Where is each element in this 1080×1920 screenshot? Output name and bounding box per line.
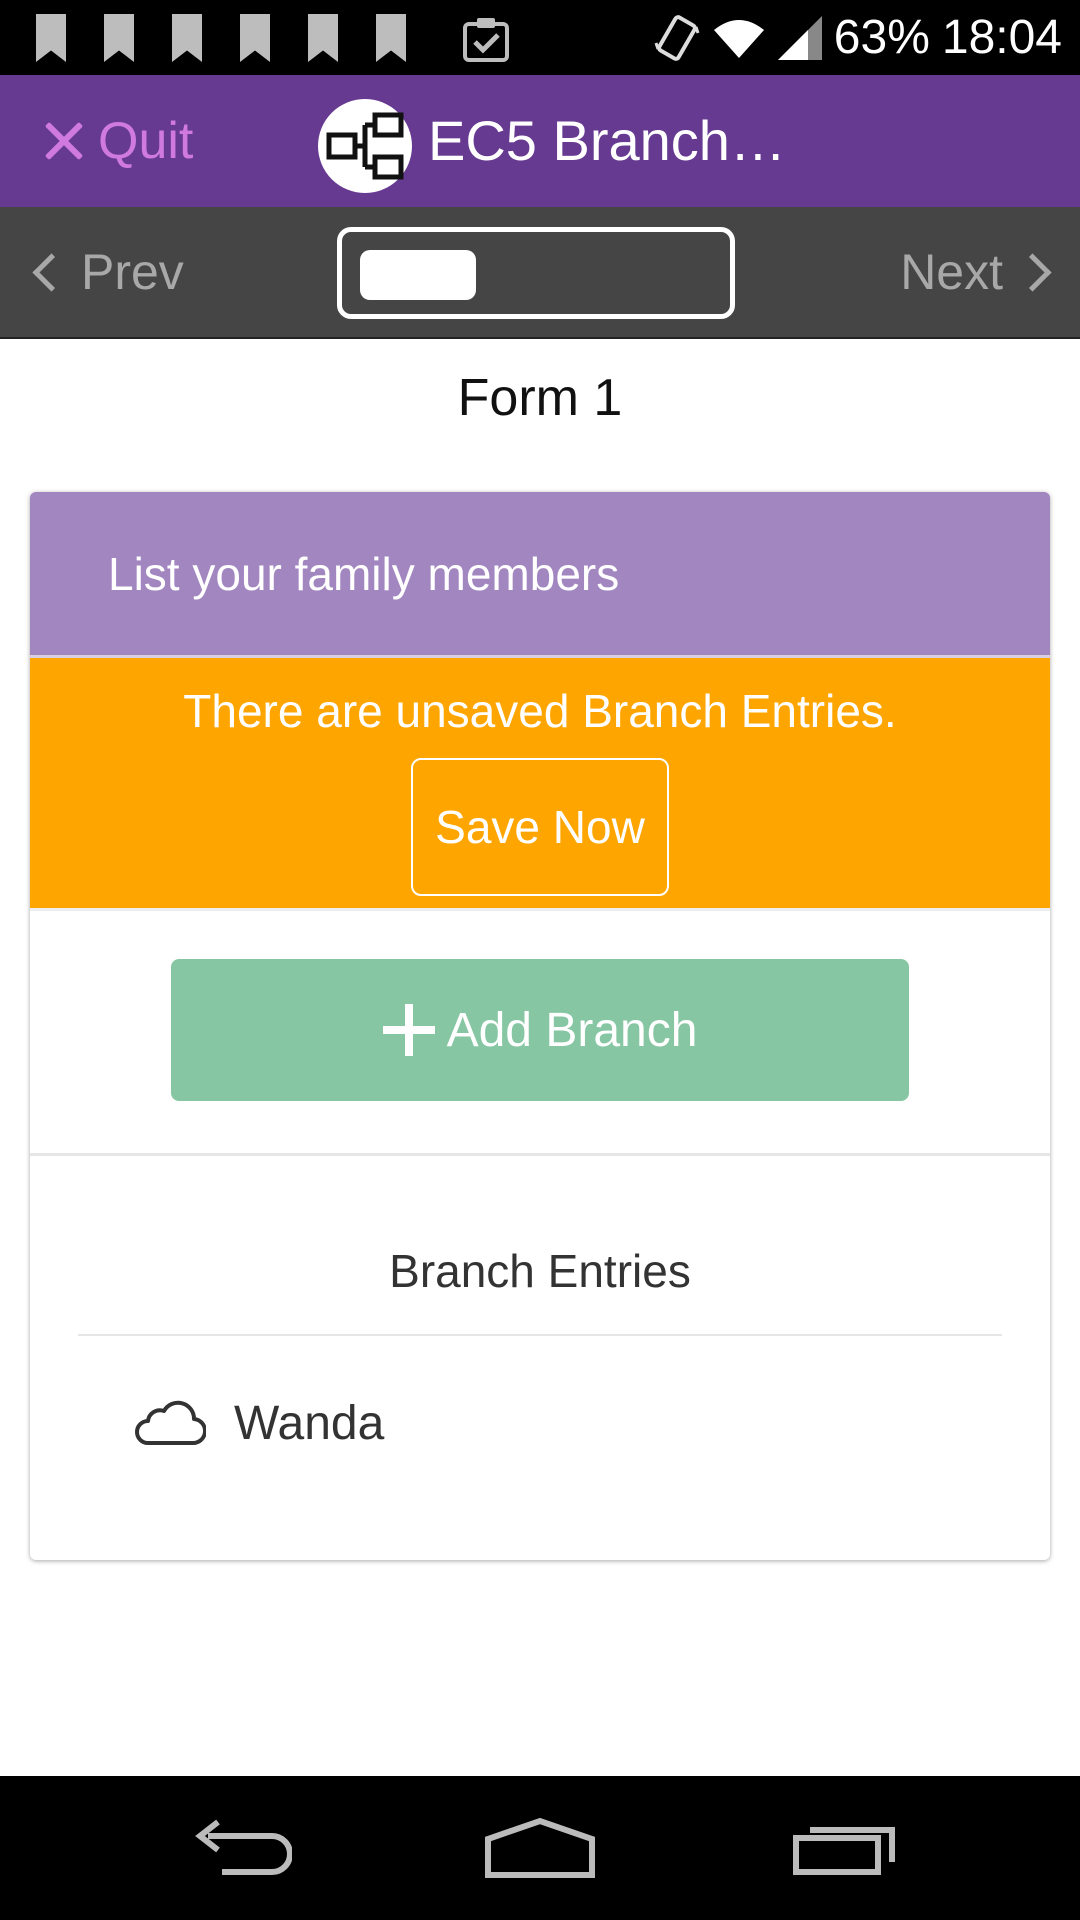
cloud-icon bbox=[135, 1400, 206, 1446]
home-button[interactable] bbox=[470, 1776, 610, 1920]
bookmark-icon bbox=[376, 14, 406, 62]
plus-icon bbox=[382, 1004, 435, 1056]
close-icon bbox=[44, 121, 84, 161]
unsaved-message: There are unsaved Branch Entries. bbox=[183, 685, 897, 737]
form-title: Form 1 bbox=[457, 369, 623, 427]
signal-icon bbox=[777, 16, 822, 60]
recent-apps-button[interactable] bbox=[775, 1776, 915, 1920]
battery-level: 63% bbox=[833, 11, 930, 64]
bookmark-icon bbox=[240, 14, 270, 62]
vibrate-icon bbox=[654, 15, 700, 61]
unsaved-warning: There are unsaved Branch Entries. Save N… bbox=[30, 658, 1050, 911]
progress-fill bbox=[360, 250, 476, 300]
back-icon bbox=[195, 1819, 292, 1875]
clipboard-check-icon bbox=[463, 18, 509, 62]
branch-entries-title: Branch Entries bbox=[389, 1245, 691, 1297]
branch-icon bbox=[326, 112, 404, 180]
branch-question-card: List your family members There are unsav… bbox=[30, 492, 1050, 1560]
bookmark-icon bbox=[308, 14, 338, 62]
prev-label: Prev bbox=[81, 244, 184, 300]
wifi-icon bbox=[713, 20, 764, 58]
branch-entry-row[interactable]: Wanda bbox=[78, 1338, 1002, 1508]
add-branch-button[interactable]: Add Branch bbox=[171, 959, 909, 1101]
bookmark-icon bbox=[172, 14, 202, 62]
notification-icons bbox=[36, 14, 406, 62]
save-now-button[interactable]: Save Now bbox=[411, 758, 669, 896]
progress-bar bbox=[337, 227, 735, 319]
quit-label: Quit bbox=[98, 112, 194, 170]
app-bar: Quit EC5 Branch… bbox=[0, 75, 1080, 207]
app-title: EC5 Branch… bbox=[428, 109, 786, 172]
recent-apps-icon bbox=[793, 1827, 895, 1875]
system-navigation-bar bbox=[0, 1776, 1080, 1920]
next-button[interactable]: Next bbox=[900, 207, 1056, 337]
next-label: Next bbox=[900, 244, 1003, 300]
app-logo bbox=[318, 99, 412, 193]
home-icon bbox=[485, 1817, 595, 1878]
form-navigation-bar: Prev Next bbox=[0, 207, 1080, 339]
question-header: List your family members bbox=[30, 492, 1050, 658]
add-branch-label: Add Branch bbox=[446, 1003, 698, 1057]
status-bar: 63% 18:04 bbox=[0, 0, 1080, 75]
bookmark-icon bbox=[36, 14, 66, 62]
chevron-right-icon bbox=[1013, 252, 1052, 292]
add-branch-section: Add Branch bbox=[30, 911, 1050, 1156]
divider bbox=[78, 1334, 1002, 1336]
clock: 18:04 bbox=[941, 11, 1062, 64]
prev-button[interactable]: Prev bbox=[28, 207, 184, 337]
back-button[interactable] bbox=[170, 1776, 310, 1920]
quit-button[interactable]: Quit bbox=[44, 75, 193, 207]
bookmark-icon bbox=[104, 14, 134, 62]
branch-entry-name: Wanda bbox=[234, 1396, 385, 1450]
chevron-left-icon bbox=[32, 252, 71, 292]
